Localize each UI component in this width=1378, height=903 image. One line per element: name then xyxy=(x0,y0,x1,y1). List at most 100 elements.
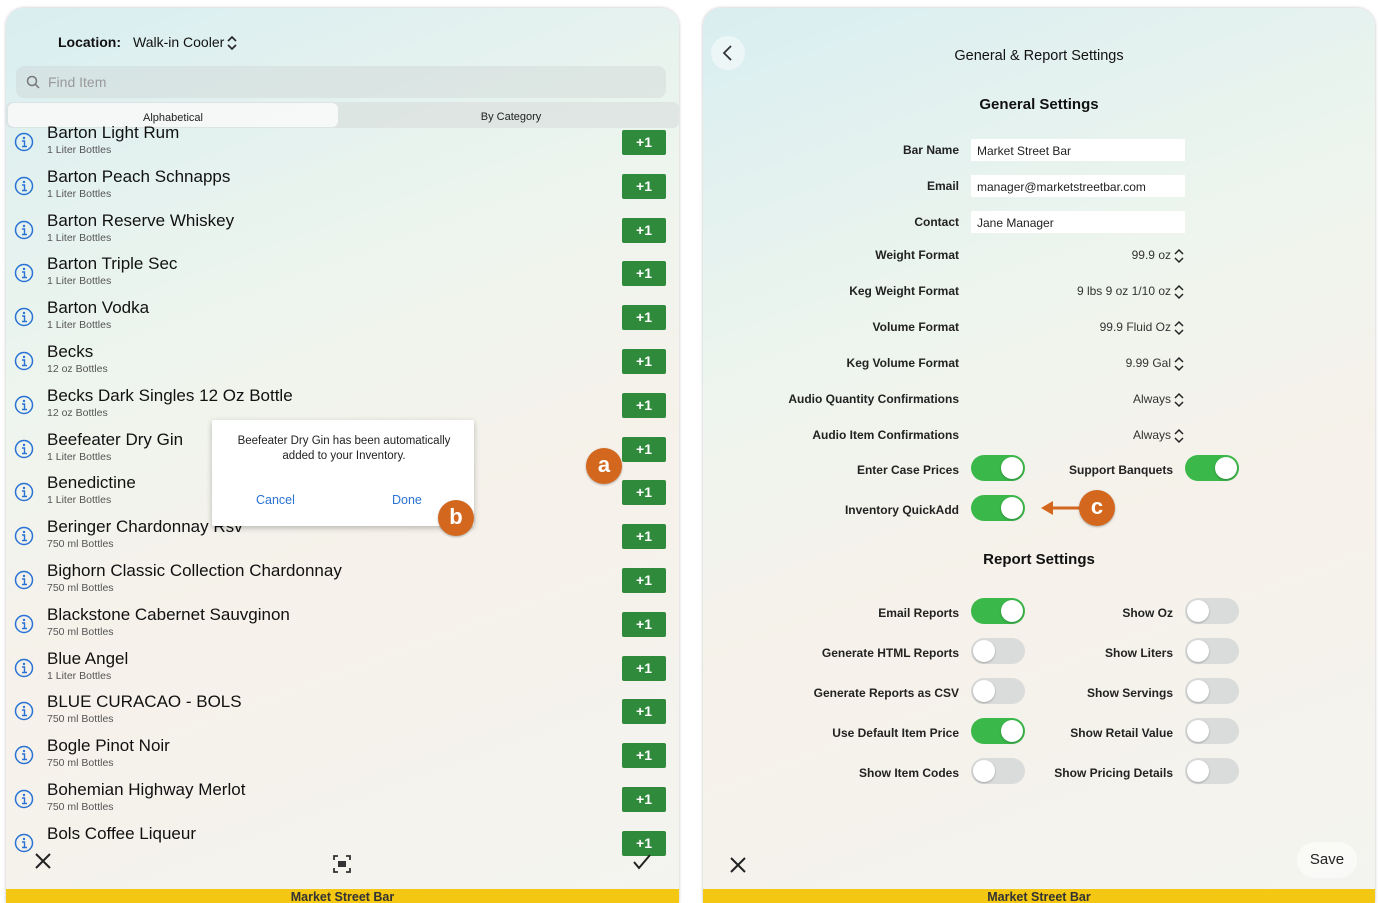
add-one-button[interactable]: +1 xyxy=(622,436,666,462)
info-icon[interactable] xyxy=(14,570,34,590)
picker-value[interactable]: Always xyxy=(1133,392,1185,408)
close-icon[interactable] xyxy=(729,854,747,880)
save-button[interactable]: Save xyxy=(1297,842,1357,878)
add-one-button[interactable]: +1 xyxy=(622,130,666,155)
info-icon[interactable] xyxy=(14,220,34,240)
picker-label: Keg Weight Format xyxy=(849,284,959,298)
add-one-button[interactable]: +1 xyxy=(622,786,666,812)
add-one-button[interactable]: +1 xyxy=(622,743,666,769)
add-one-button[interactable]: +1 xyxy=(622,217,666,243)
item-name: Barton Reserve Whiskey xyxy=(47,210,235,230)
report-option-toggle[interactable] xyxy=(1185,598,1239,624)
info-icon[interactable] xyxy=(14,307,34,327)
updown-chevron-icon xyxy=(1174,284,1184,300)
location-label: Location: xyxy=(58,34,121,50)
item-name: Barton Peach Schnapps xyxy=(47,166,231,186)
close-icon[interactable] xyxy=(34,850,52,876)
item-name: Barton Light Rum xyxy=(47,123,180,142)
list-item[interactable]: Becks 12 oz Bottles +1 xyxy=(6,339,679,383)
text-field[interactable]: manager@marketstreetbar.com xyxy=(971,175,1185,197)
inventory-quickadd-toggle[interactable] xyxy=(971,495,1025,521)
add-one-button[interactable]: +1 xyxy=(622,524,666,550)
report-settings-heading: Report Settings xyxy=(983,551,1095,568)
item-name: Blackstone Cabernet Sauvginon xyxy=(47,604,290,624)
list-item[interactable]: Barton Reserve Whiskey 1 Liter Bottles +1 xyxy=(6,208,679,252)
dialog-done-button[interactable]: Done xyxy=(392,493,422,507)
updown-chevron-icon xyxy=(1174,356,1184,372)
add-one-button[interactable]: +1 xyxy=(622,567,666,593)
barcode-scan-icon[interactable] xyxy=(332,854,352,879)
add-one-button[interactable]: +1 xyxy=(622,392,666,418)
report-option-label: Show Pricing Details xyxy=(1054,766,1173,780)
search-input[interactable]: Find Item xyxy=(16,66,666,98)
add-one-button[interactable]: +1 xyxy=(622,699,666,725)
dialog-cancel-button[interactable]: Cancel xyxy=(256,493,295,507)
info-icon[interactable] xyxy=(14,176,34,196)
info-icon[interactable] xyxy=(14,482,34,502)
item-name: Barton Triple Sec xyxy=(47,254,178,274)
location-row[interactable]: Location: Walk-in Cooler xyxy=(58,34,238,51)
checkmark-icon[interactable] xyxy=(632,853,652,876)
text-field[interactable]: Market Street Bar xyxy=(971,139,1185,161)
picker-label: Weight Format xyxy=(875,248,959,262)
item-size: 750 ml Bottles xyxy=(47,713,114,726)
info-icon[interactable] xyxy=(14,351,34,371)
add-one-button[interactable]: +1 xyxy=(622,348,666,374)
add-one-button[interactable]: +1 xyxy=(622,173,666,199)
picker-value[interactable]: Always xyxy=(1133,428,1185,444)
updown-chevron-icon xyxy=(1174,392,1184,408)
picker-value[interactable]: 99.9 oz xyxy=(1132,248,1185,264)
report-option-toggle[interactable] xyxy=(1185,758,1239,784)
add-one-button[interactable]: +1 xyxy=(622,261,666,287)
info-icon[interactable] xyxy=(14,395,34,415)
list-item[interactable]: Bohemian Highway Merlot 750 ml Bottles +1 xyxy=(6,777,679,821)
venue-footer: Market Street Bar xyxy=(703,889,1375,903)
list-item[interactable]: BLUE CURACAO - BOLS 750 ml Bottles +1 xyxy=(6,689,679,733)
support-banquets-toggle[interactable] xyxy=(1185,455,1239,481)
info-icon[interactable] xyxy=(14,263,34,283)
add-one-button[interactable]: +1 xyxy=(622,480,666,506)
picker-label: Volume Format xyxy=(872,320,959,334)
list-item[interactable]: Barton Light Rum 1 Liter Bottles +1 xyxy=(6,120,679,164)
list-item[interactable]: Barton Peach Schnapps 1 Liter Bottles +1 xyxy=(6,164,679,208)
info-icon[interactable] xyxy=(14,701,34,721)
picker-value[interactable]: 99.9 Fluid Oz xyxy=(1100,320,1185,336)
settings-panel: General & Report Settings General Settin… xyxy=(703,8,1375,903)
updown-chevron-icon[interactable] xyxy=(226,35,238,51)
report-option-toggle[interactable] xyxy=(1185,638,1239,664)
info-icon[interactable] xyxy=(14,833,34,853)
picker-value[interactable]: 9.99 Gal xyxy=(1126,356,1185,372)
list-item[interactable]: Barton Vodka 1 Liter Bottles +1 xyxy=(6,295,679,339)
add-one-button[interactable]: +1 xyxy=(622,830,666,856)
list-item[interactable]: Bogle Pinot Noir 750 ml Bottles +1 xyxy=(6,733,679,777)
location-value[interactable]: Walk-in Cooler xyxy=(133,34,224,50)
report-option-toggle[interactable] xyxy=(1185,718,1239,744)
list-item[interactable]: Blue Angel 1 Liter Bottles +1 xyxy=(6,646,679,690)
item-size: 750 ml Bottles xyxy=(47,538,114,551)
info-icon[interactable] xyxy=(14,658,34,678)
info-icon[interactable] xyxy=(14,789,34,809)
picker-value-text: 9.99 Gal xyxy=(1125,356,1171,371)
report-option-toggle[interactable] xyxy=(1185,678,1239,704)
list-item[interactable]: Bighorn Classic Collection Chardonnay 750… xyxy=(6,558,679,602)
add-one-button[interactable]: +1 xyxy=(622,655,666,681)
info-icon[interactable] xyxy=(14,526,34,546)
list-item[interactable]: Blackstone Cabernet Sauvginon 750 ml Bott… xyxy=(6,602,679,646)
info-icon[interactable] xyxy=(14,439,34,459)
info-icon[interactable] xyxy=(14,132,34,152)
picker-value[interactable]: 9 lbs 9 oz 1/10 oz xyxy=(1077,284,1185,300)
info-icon[interactable] xyxy=(14,614,34,634)
picker-label: Audio Quantity Confirmations xyxy=(788,392,959,406)
text-field[interactable]: Jane Manager xyxy=(971,211,1185,233)
item-size: 1 Liter Bottles xyxy=(47,275,112,288)
updown-chevron-icon xyxy=(1174,428,1184,444)
info-icon[interactable] xyxy=(14,745,34,765)
page-title: General & Report Settings xyxy=(954,48,1124,64)
list-item[interactable]: Barton Triple Sec 1 Liter Bottles +1 xyxy=(6,251,679,295)
item-size: 12 oz Bottles xyxy=(47,406,108,419)
item-name: BLUE CURACAO - BOLS xyxy=(47,692,242,712)
add-one-button[interactable]: +1 xyxy=(622,611,666,637)
picker-label: Audio Item Confirmations xyxy=(812,428,959,442)
add-one-button[interactable]: +1 xyxy=(622,305,666,331)
item-name: Bighorn Classic Collection Chardonnay xyxy=(47,560,342,580)
